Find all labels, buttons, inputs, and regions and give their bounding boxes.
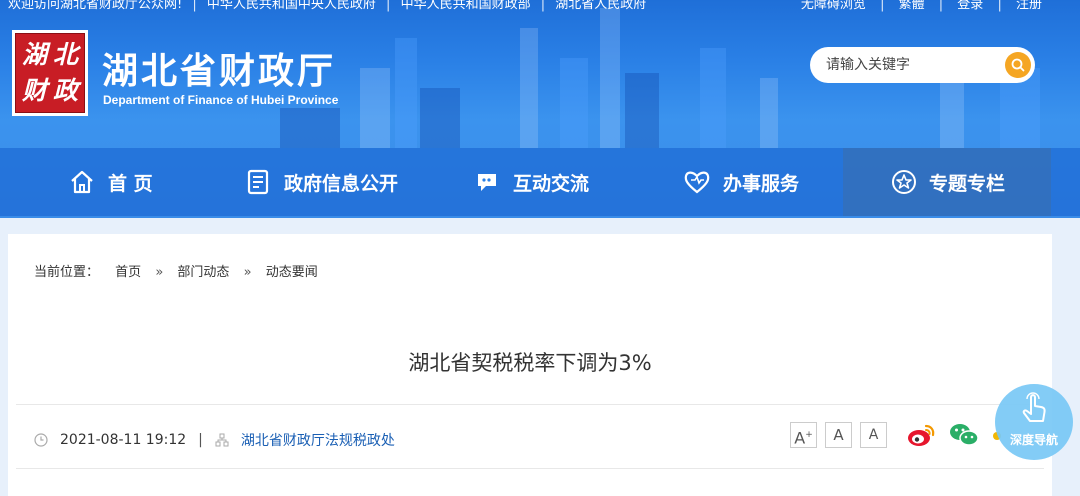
logo-char: 北 <box>52 40 78 69</box>
login-link[interactable]: 登录 <box>957 0 983 12</box>
article-source: 湖北省财政厅法规税政处 <box>240 433 395 449</box>
breadcrumb-headlines[interactable]: 动态要闻 <box>266 265 318 280</box>
traditional-chinese-link[interactable]: 繁體 <box>899 0 925 12</box>
skyline-decoration <box>395 38 417 148</box>
nav-item-interaction[interactable]: 互动交流 <box>475 148 589 216</box>
divider <box>16 468 1044 469</box>
font-size-small-button[interactable]: A <box>860 422 887 448</box>
font-size-increase-button[interactable]: A+ <box>790 422 817 448</box>
article-meta: 2021-08-11 19:12 | 湖北省财政厅法规税政处 <box>34 430 395 450</box>
search-button[interactable] <box>1005 52 1031 78</box>
breadcrumb-home[interactable]: 首页 <box>115 265 141 280</box>
breadcrumb-separator: » <box>243 265 252 280</box>
link-hubei-gov[interactable]: 湖北省人民政府 <box>555 0 646 12</box>
font-size-label: A <box>794 428 806 448</box>
skyline-decoration <box>280 108 340 148</box>
font-size-plus: + <box>805 430 813 440</box>
font-size-label: A <box>833 426 844 444</box>
logo-seal[interactable]: 湖 北 财 政 <box>12 30 88 116</box>
nav-item-gov-info[interactable]: 政府信息公开 <box>246 148 398 216</box>
article-title: 湖北省契税税率下调为3% <box>408 351 652 375</box>
nav-label: 专题专栏 <box>929 172 1006 195</box>
logo-char: 湖 <box>21 40 47 69</box>
org-chart-icon <box>215 433 229 447</box>
font-size-medium-button[interactable]: A <box>825 422 852 448</box>
home-icon <box>71 170 93 194</box>
heart-icon <box>684 171 710 194</box>
separator: | <box>997 0 1002 12</box>
nav-label: 互动交流 <box>513 172 590 195</box>
logo-char: 财 <box>21 76 47 105</box>
nav-label: 办事服务 <box>723 172 800 195</box>
skyline-decoration <box>560 58 588 148</box>
search-box <box>810 47 1035 83</box>
breadcrumb-prefix: 当前位置： <box>34 265 100 280</box>
article-datetime: 2021-08-11 19:12 <box>60 432 187 448</box>
nav-label: 政府信息公开 <box>284 172 399 195</box>
search-icon <box>1011 58 1025 72</box>
skyline-decoration <box>760 78 778 148</box>
logo-char: 政 <box>52 76 78 105</box>
site-title: 湖北省财政厅 <box>102 51 337 92</box>
skyline-decoration <box>420 88 460 148</box>
nav-item-special-topics[interactable]: 专题专栏 <box>843 148 1051 216</box>
separator: | <box>198 432 203 448</box>
floating-deep-nav-button[interactable]: 深度导航 <box>995 384 1073 460</box>
floating-nav-label: 深度导航 <box>1009 433 1058 447</box>
main-nav: 首 页 政府信息公开 互动交流 办事服务 专题专栏 <box>0 148 1080 216</box>
separator: | <box>386 0 391 12</box>
breadcrumb-separator: » <box>155 265 164 280</box>
register-link[interactable]: 注册 <box>1016 0 1042 12</box>
accessibility-link[interactable]: 无障碍浏览 <box>801 0 866 12</box>
chat-icon <box>478 174 496 191</box>
clock-icon <box>34 433 48 447</box>
skyline-decoration <box>700 48 726 148</box>
site-subtitle: Department of Finance of Hubei Province <box>103 93 339 107</box>
nav-item-home[interactable]: 首 页 <box>68 148 153 216</box>
skyline-decoration <box>360 68 390 148</box>
nav-label: 首 页 <box>108 172 153 195</box>
separator: | <box>880 0 885 12</box>
font-size-label: A <box>868 427 879 443</box>
skyline-decoration <box>600 8 620 148</box>
weibo-share-icon[interactable] <box>906 422 936 448</box>
link-central-gov[interactable]: 中华人民共和国中央人民政府 <box>207 0 376 12</box>
divider <box>16 404 1044 405</box>
hand-pointer-icon <box>1022 392 1046 422</box>
skyline-decoration <box>520 28 538 148</box>
top-bar: 欢迎访问湖北省财政厅公众网! | 中华人民共和国中央人民政府 | 中华人民共和国… <box>0 0 1080 12</box>
skyline-decoration <box>625 73 659 148</box>
separator: | <box>540 0 546 12</box>
separator: | <box>938 0 944 12</box>
welcome-text: 欢迎访问湖北省财政厅公众网! <box>8 0 183 12</box>
site-header: 欢迎访问湖北省财政厅公众网! | 中华人民共和国中央人民政府 | 中华人民共和国… <box>0 0 1080 218</box>
separator: | <box>192 0 197 12</box>
search-input[interactable] <box>826 47 996 83</box>
document-icon <box>247 169 269 195</box>
nav-item-services[interactable]: 办事服务 <box>683 148 799 216</box>
wechat-share-icon[interactable] <box>948 422 980 448</box>
breadcrumb: 当前位置： 首页 » 部门动态 » 动态要闻 <box>34 261 324 280</box>
article-panel: 当前位置： 首页 » 部门动态 » 动态要闻 湖北省契税税率下调为3% 2021… <box>8 234 1052 496</box>
breadcrumb-dept-news[interactable]: 部门动态 <box>177 265 229 280</box>
star-icon <box>892 170 916 194</box>
link-mof[interactable]: 中华人民共和国财政部 <box>401 0 531 12</box>
